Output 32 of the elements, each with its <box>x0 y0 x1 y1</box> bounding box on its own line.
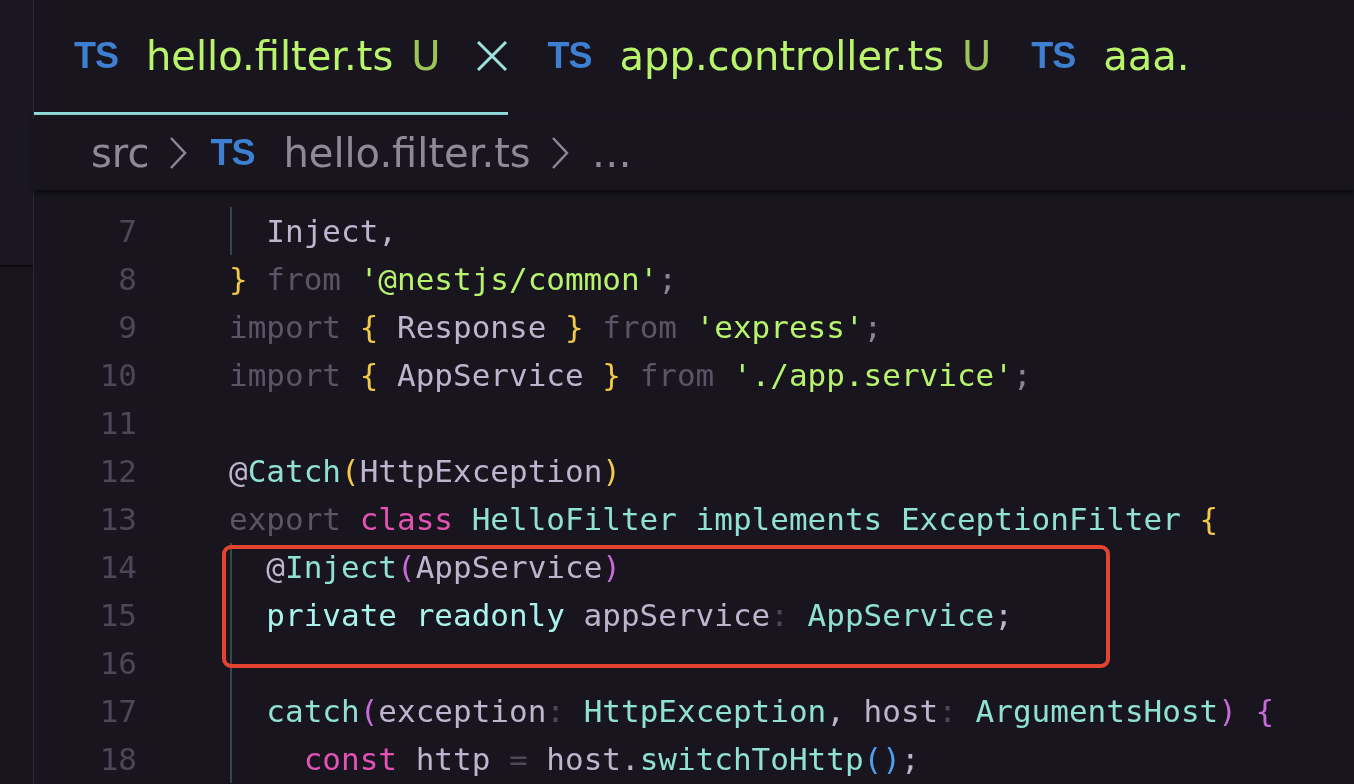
line-number: 16 <box>99 644 137 683</box>
line-number: 12 <box>99 452 137 491</box>
line-number: 10 <box>99 356 137 395</box>
line-number: 13 <box>99 500 137 539</box>
close-button[interactable] <box>475 40 508 72</box>
line-number: 8 <box>118 260 137 299</box>
file-type-icon: TS <box>74 36 118 76</box>
status-letter: U <box>962 32 992 80</box>
breadcrumb-item[interactable]: src <box>91 129 150 176</box>
line-number: 15 <box>99 596 137 635</box>
code-line: } from '@nestjs/common'; <box>229 260 677 299</box>
chevron-right-icon <box>169 135 188 170</box>
file-type-icon: TS <box>210 132 255 173</box>
code-line: import { AppService } from './app.service'; <box>229 356 1032 395</box>
breadcrumb-item[interactable]: TS hello.filter.ts <box>210 129 531 176</box>
line-number: 17 <box>99 692 137 731</box>
code-line: @Catch(HttpException) <box>229 452 621 491</box>
status-letter: U <box>411 32 441 80</box>
chevron-right-icon <box>550 135 569 170</box>
code-line: import { Response } from 'express'; <box>229 308 883 347</box>
code-line: export class HelloFilter implements ExceptionFilter { <box>229 500 1219 539</box>
editor-tab[interactable]: TS aaa. <box>991 0 1190 115</box>
close-icon <box>475 40 508 72</box>
line-number: 11 <box>99 404 137 443</box>
line-number: 14 <box>99 548 137 587</box>
editor-tab[interactable]: TS app.controller.ts U <box>507 0 992 115</box>
file-type-icon: TS <box>1031 36 1076 76</box>
breadcrumb-item[interactable]: … <box>591 129 632 176</box>
line-number: 9 <box>118 308 137 347</box>
file-type-icon: TS <box>547 36 592 76</box>
line-number: 18 <box>99 740 137 779</box>
line-number: 7 <box>118 212 137 251</box>
